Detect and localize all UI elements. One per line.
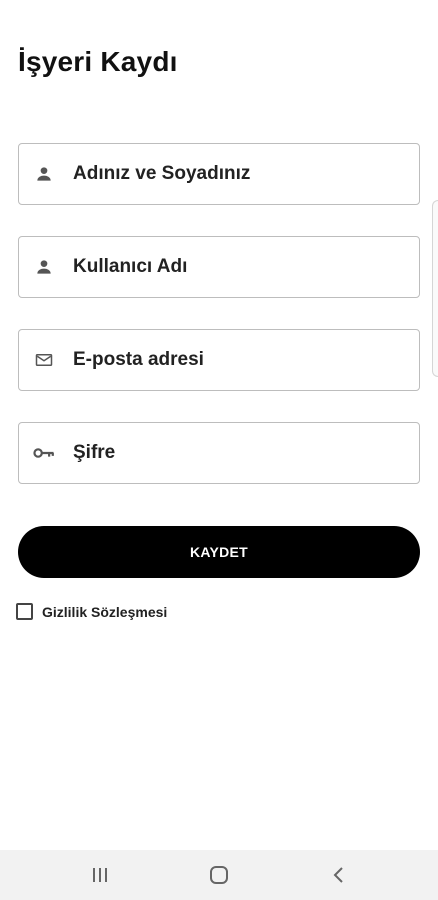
email-field[interactable] [18,329,420,391]
mail-icon [33,349,55,371]
privacy-checkbox[interactable] [16,603,33,620]
password-input[interactable] [73,442,393,464]
home-icon[interactable] [199,855,239,895]
privacy-agreement-label[interactable]: Gizlilik Sözleşmesi [42,604,167,620]
person-icon [33,256,55,278]
save-button[interactable]: KAYDET [18,526,420,578]
email-input[interactable] [73,349,393,371]
person-icon [33,163,55,185]
back-icon[interactable] [318,855,358,895]
username-field[interactable] [18,236,420,298]
system-navigation-bar [0,850,438,900]
edge-panel-handle[interactable] [432,200,438,377]
privacy-agreement-row[interactable]: Gizlilik Sözleşmesi [16,603,167,620]
password-field[interactable] [18,422,420,484]
full-name-field[interactable] [18,143,420,205]
recent-apps-icon[interactable] [80,855,120,895]
page-title: İşyeri Kaydı [18,46,178,77]
username-input[interactable] [73,256,393,278]
key-icon [33,442,55,464]
full-name-input[interactable] [73,163,393,185]
